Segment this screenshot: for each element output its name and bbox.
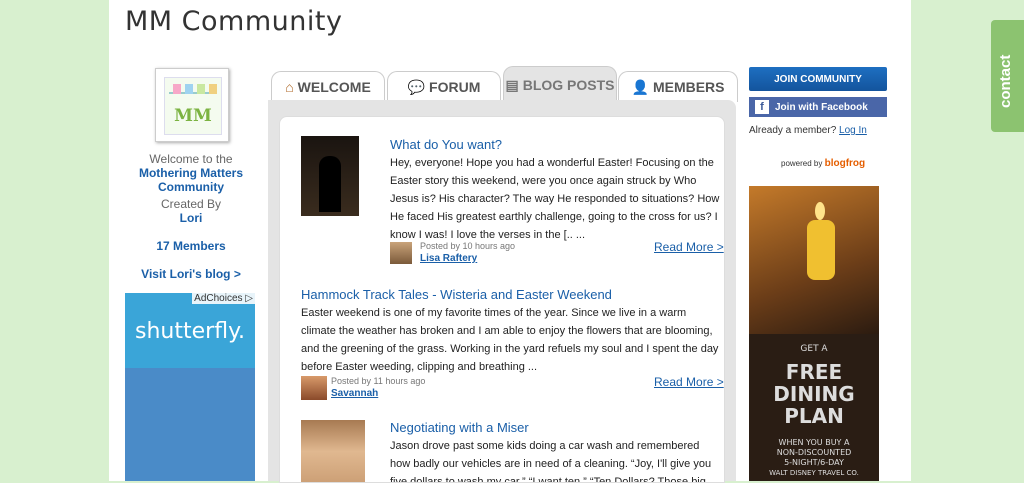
community-name-link[interactable]: Mothering Matters Community	[139, 166, 243, 194]
author-avatar[interactable]	[301, 376, 327, 400]
post-title-link[interactable]: Hammock Track Tales - Wisteria and Easte…	[301, 287, 612, 302]
post-title-link[interactable]: What do You want?	[390, 137, 502, 152]
adchoices-label[interactable]: AdChoices ▷	[192, 293, 255, 304]
ad-text: 5-NIGHT/6-DAY	[784, 458, 844, 467]
logo-monogram: MM	[174, 106, 212, 126]
join-community-button[interactable]: JOIN COMMUNITY	[749, 67, 887, 91]
ad-text: PLAN	[784, 404, 844, 428]
page: MM Community MM Welcome to the Mothering…	[109, 0, 911, 483]
ad-text: FREE	[785, 360, 843, 384]
facebook-icon: f	[755, 100, 769, 114]
ad-brand: shutterfly.	[135, 319, 245, 344]
contact-tab[interactable]: contact	[991, 20, 1024, 132]
community-tabs: ⌂ WELCOME 💬 FORUM ▤ BLOG POSTS 👤 MEMBERS	[271, 63, 738, 103]
author-link[interactable]: Savannah	[331, 388, 378, 399]
posted-by-text: Posted by 11 hours ago	[331, 376, 426, 386]
read-more-link[interactable]: Read More >	[654, 375, 724, 389]
tab-forum[interactable]: 💬 FORUM	[387, 71, 501, 102]
blog-posts-panel: What do You want? Hey, everyone! Hope yo…	[268, 100, 736, 483]
clothes-pin-yellow	[209, 84, 217, 94]
tab-blog-posts[interactable]: ▤ BLOG POSTS	[503, 66, 617, 103]
posted-by-text: Posted by 10 hours ago	[420, 241, 516, 251]
candle-character-icon	[807, 220, 835, 280]
post-thumbnail[interactable]	[301, 420, 365, 482]
ad-text: NON-DISCOUNTED	[776, 448, 852, 457]
post-excerpt: Hey, everyone! Hope you had a wonderful …	[390, 157, 720, 241]
home-icon: ⌂	[285, 79, 294, 95]
created-by-label: Created By	[160, 197, 222, 211]
person-icon: 👤	[631, 78, 649, 95]
document-icon: ▤	[505, 76, 519, 93]
ad-text: DINING	[773, 382, 855, 406]
community-logo[interactable]: MM	[155, 68, 229, 142]
candle-flame-icon	[815, 202, 825, 220]
site-title: MM Community	[125, 6, 343, 37]
read-more-link[interactable]: Read More >	[654, 240, 724, 254]
blogfrog-logo[interactable]: blogfrog	[825, 158, 866, 169]
visit-blog-link[interactable]: Visit Lori's blog >	[141, 267, 241, 281]
chat-bubble-icon: 💬	[407, 78, 426, 95]
tab-members[interactable]: 👤 MEMBERS	[618, 71, 738, 102]
members-count-link[interactable]: 17 Members	[156, 239, 225, 253]
shutterfly-ad[interactable]: AdChoices ▷ shutterfly.	[125, 293, 255, 481]
tab-welcome[interactable]: ⌂ WELCOME	[271, 71, 385, 102]
author-avatar[interactable]	[390, 242, 412, 264]
ad-text: GET A	[800, 344, 828, 354]
author-link[interactable]: Lisa Raftery	[420, 253, 477, 264]
blog-post: What do You want? Hey, everyone! Hope yo…	[280, 117, 724, 267]
ad-image	[749, 186, 879, 334]
logo-image: MM	[164, 77, 222, 135]
blog-posts-list: What do You want? Hey, everyone! Hope yo…	[279, 116, 725, 483]
community-info: Welcome to the Mothering Matters Communit…	[129, 152, 253, 281]
join-facebook-button[interactable]: f Join with Facebook	[749, 97, 887, 117]
ad-text: WALT DISNEY TRAVEL CO.	[769, 469, 859, 477]
powered-by: powered by blogfrog	[781, 158, 866, 169]
post-thumbnail[interactable]	[301, 136, 359, 216]
clothes-pin-blue	[185, 84, 193, 94]
post-excerpt: Jason drove past some kids doing a car w…	[390, 440, 712, 483]
already-member: Already a member? Log In	[749, 125, 867, 136]
blog-post: Negotiating with a Miser Jason drove pas…	[280, 402, 724, 482]
login-link[interactable]: Log In	[839, 125, 867, 136]
welcome-text: Welcome to the	[149, 152, 233, 166]
contact-label: contact	[997, 54, 1014, 108]
post-title-link[interactable]: Negotiating with a Miser	[390, 420, 529, 435]
ad-text: WHEN YOU BUY A	[778, 438, 850, 447]
ad-image	[125, 368, 255, 481]
blog-post: Hammock Track Tales - Wisteria and Easte…	[280, 267, 724, 402]
adchoices-icon: ▷	[245, 293, 253, 304]
post-excerpt: Easter weekend is one of my favorite tim…	[301, 307, 719, 373]
creator-link[interactable]: Lori	[180, 211, 203, 225]
clothes-pin-green	[197, 84, 205, 94]
disney-dining-ad[interactable]: GET A FREE DINING PLAN WHEN YOU BUY A NO…	[749, 186, 879, 481]
clothes-pin-pink	[173, 84, 181, 94]
